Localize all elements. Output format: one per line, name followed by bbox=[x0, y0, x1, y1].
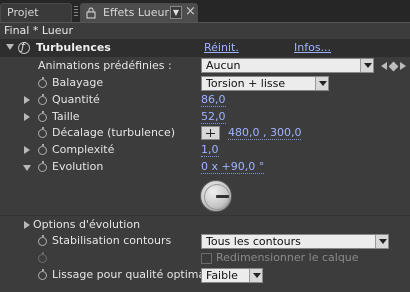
complexite-value[interactable]: 1,0 bbox=[201, 144, 219, 157]
collapse-evolution-icon[interactable] bbox=[23, 165, 31, 171]
lissage-value: Faible bbox=[206, 269, 238, 282]
decalage-value[interactable]: 480,0 , 300,0 bbox=[228, 127, 302, 140]
animation-presets-label: Animations prédéfinies : bbox=[38, 59, 172, 72]
stopwatch-icon[interactable] bbox=[38, 111, 47, 122]
tab-projet[interactable]: Projet bbox=[0, 3, 72, 22]
param-row-options: Options d'évolution bbox=[0, 217, 410, 234]
stopwatch-icon[interactable] bbox=[38, 235, 47, 246]
balayage-label: Balayage bbox=[52, 76, 104, 89]
divider bbox=[0, 215, 410, 216]
panel-tab-bar: Projet Effets Lueur ▼ × bbox=[0, 0, 410, 22]
chevron-down-icon bbox=[360, 59, 373, 72]
tab-effets-label: Effets Lueur bbox=[103, 6, 170, 19]
crosshair-icon[interactable] bbox=[201, 126, 220, 140]
effect-controls-panel: Final * Lueur Turbulences Réinit. Infos.… bbox=[0, 22, 410, 292]
param-row-complexite: Complexité 1,0 bbox=[0, 142, 410, 159]
preset-prev-icon[interactable] bbox=[381, 62, 387, 70]
chevron-down-icon bbox=[315, 77, 328, 90]
animation-presets-row: Animations prédéfinies : Aucun bbox=[0, 58, 410, 75]
quantite-value[interactable]: 86,0 bbox=[201, 94, 226, 107]
taille-label: Taille bbox=[52, 110, 80, 123]
stopwatch-icon[interactable] bbox=[38, 77, 47, 88]
decalage-label: Décalage (turbulence) bbox=[52, 126, 176, 139]
stopwatch-icon[interactable] bbox=[38, 144, 47, 155]
expand-complexite-icon[interactable] bbox=[24, 146, 30, 154]
effect-name: Turbulences bbox=[36, 41, 111, 54]
options-label: Options d'évolution bbox=[33, 218, 141, 231]
evolution-label: Evolution bbox=[52, 160, 104, 173]
param-row-taille: Taille 52,0 bbox=[0, 109, 410, 126]
tab-menu-icon[interactable]: ▼ bbox=[170, 6, 182, 19]
effect-expand-icon[interactable] bbox=[6, 44, 14, 50]
stopwatch-icon bbox=[38, 252, 47, 263]
animation-presets-value: Aucun bbox=[206, 59, 241, 72]
stabilisation-label: Stabilisation contours bbox=[52, 234, 172, 247]
tab-effets-lueur[interactable]: Effets Lueur ▼ × bbox=[80, 3, 198, 22]
about-link[interactable]: Infos... bbox=[294, 41, 331, 54]
balayage-value: Torsion + lisse bbox=[206, 77, 286, 90]
stabilisation-dropdown[interactable]: Tous les contours bbox=[201, 234, 389, 249]
lissage-dropdown[interactable]: Faible bbox=[201, 268, 263, 283]
evolution-value[interactable]: 0 x +90,0 ° bbox=[201, 161, 265, 174]
animation-presets-dropdown[interactable]: Aucun bbox=[201, 58, 374, 73]
expand-quantite-icon[interactable] bbox=[24, 96, 30, 104]
stabilisation-value: Tous les contours bbox=[206, 235, 301, 248]
redim-checkbox bbox=[201, 253, 212, 264]
dial-needle bbox=[216, 195, 229, 198]
fx-toggle-icon[interactable] bbox=[18, 40, 30, 54]
quantite-label: Quantité bbox=[52, 93, 100, 106]
preset-next-icon[interactable] bbox=[400, 62, 406, 70]
stopwatch-icon[interactable] bbox=[38, 161, 47, 172]
stopwatch-icon[interactable] bbox=[38, 94, 47, 105]
panel-grip-icon[interactable] bbox=[74, 6, 78, 18]
preset-browse-icon[interactable] bbox=[388, 61, 399, 72]
composition-title: Final * Lueur bbox=[4, 24, 74, 37]
tab-projet-label: Projet bbox=[7, 6, 39, 19]
expand-taille-icon[interactable] bbox=[24, 113, 30, 121]
balayage-dropdown[interactable]: Torsion + lisse bbox=[201, 76, 329, 91]
angle-dial[interactable] bbox=[200, 180, 232, 212]
lock-icon[interactable] bbox=[86, 7, 96, 19]
stopwatch-icon[interactable] bbox=[38, 127, 47, 138]
expand-options-icon[interactable] bbox=[24, 221, 30, 229]
redim-label: Redimensionner le calque bbox=[216, 251, 359, 264]
param-row-balayage: Balayage Torsion + lisse bbox=[0, 75, 410, 92]
param-row-decalage: Décalage (turbulence) 480,0 , 300,0 bbox=[0, 125, 410, 142]
stopwatch-icon[interactable] bbox=[38, 269, 47, 280]
reset-link[interactable]: Réinit. bbox=[204, 41, 239, 54]
chevron-down-icon bbox=[249, 269, 262, 282]
effect-header: Turbulences Réinit. Infos... bbox=[0, 39, 410, 57]
lissage-label: Lissage pour qualité optimale bbox=[52, 268, 216, 281]
param-row-quantite: Quantité 86,0 bbox=[0, 92, 410, 109]
param-row-redim: Redimensionner le calque bbox=[0, 250, 410, 267]
param-row-evolution: Evolution 0 x +90,0 ° bbox=[0, 159, 410, 176]
close-icon[interactable]: × bbox=[185, 3, 196, 21]
param-row-lissage: Lissage pour qualité optimale Faible bbox=[0, 267, 410, 284]
complexite-label: Complexité bbox=[52, 143, 115, 156]
chevron-down-icon bbox=[375, 235, 388, 248]
taille-value[interactable]: 52,0 bbox=[201, 111, 226, 124]
param-row-stabilisation: Stabilisation contours Tous les contours bbox=[0, 233, 410, 250]
